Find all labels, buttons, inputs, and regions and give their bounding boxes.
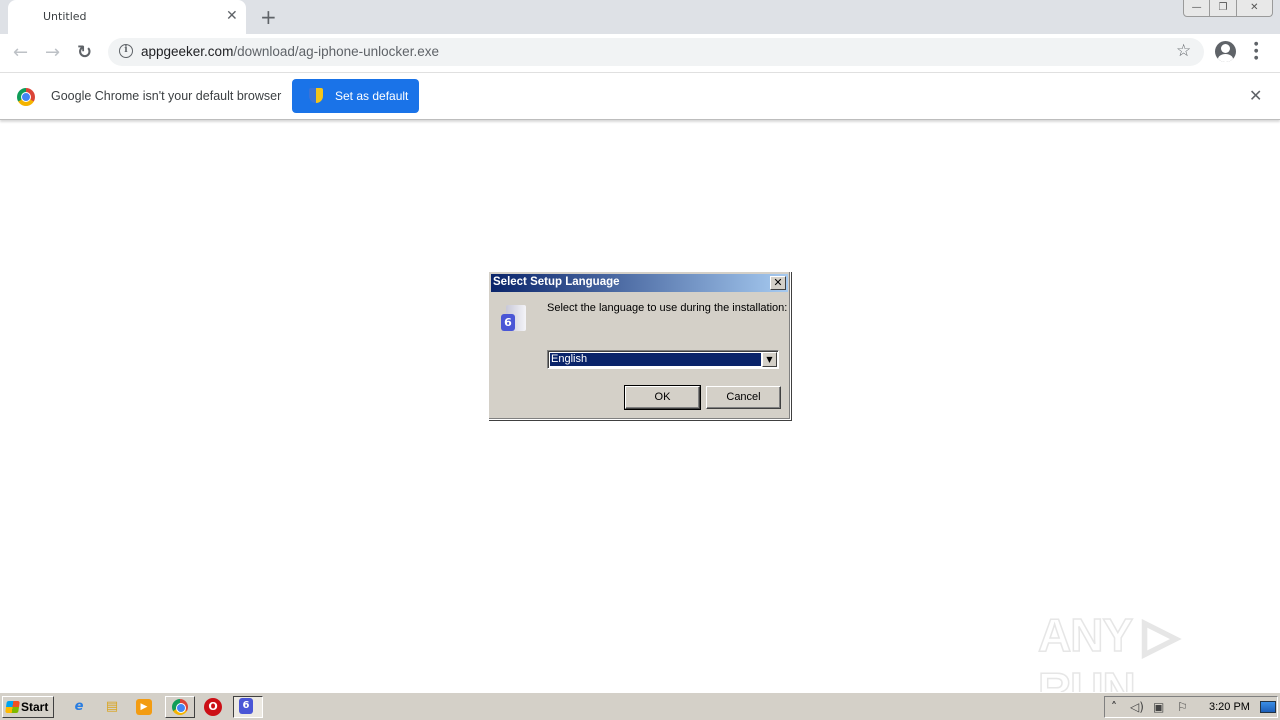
- reload-icon[interactable]: ↻: [77, 42, 92, 63]
- ok-button[interactable]: OK: [624, 385, 701, 410]
- start-button[interactable]: Start: [2, 696, 54, 718]
- setup-icon: 6: [239, 698, 253, 714]
- show-desktop-icon[interactable]: [1260, 701, 1276, 713]
- clock[interactable]: 3:20 PM: [1209, 701, 1250, 713]
- set-as-default-label: Set as default: [335, 89, 409, 103]
- media-player-icon[interactable]: ▶: [136, 699, 152, 715]
- chevron-down-icon[interactable]: ▼: [762, 352, 777, 367]
- browser-tab-strip: Untitled ✕ + — ❐ ✕: [0, 0, 1280, 34]
- info-icon[interactable]: i: [119, 44, 133, 58]
- volume-icon[interactable]: ◁): [1130, 700, 1144, 714]
- action-center-flag-icon[interactable]: ⚐: [1177, 700, 1188, 714]
- cancel-button[interactable]: Cancel: [706, 386, 781, 409]
- tray-expand-icon[interactable]: ˄: [1111, 700, 1117, 714]
- minimize-button[interactable]: —: [1184, 0, 1211, 16]
- tab-close-icon[interactable]: ✕: [226, 8, 238, 24]
- back-icon[interactable]: ←: [13, 42, 28, 63]
- default-browser-infobar: Google Chrome isn't your default browser…: [0, 72, 1280, 120]
- start-label: Start: [21, 700, 49, 714]
- new-tab-icon[interactable]: +: [260, 5, 277, 29]
- internet-explorer-icon[interactable]: e: [69, 697, 89, 717]
- setup-app-icon: 6: [500, 302, 530, 334]
- setup-badge: 6: [501, 314, 515, 331]
- profile-avatar-icon[interactable]: [1215, 41, 1236, 62]
- restore-button[interactable]: ❐: [1210, 0, 1237, 16]
- chrome-icon: [172, 699, 188, 715]
- url-host: appgeeker.com: [141, 44, 234, 59]
- dialog-title: Select Setup Language: [493, 276, 620, 288]
- opera-icon[interactable]: O: [204, 698, 222, 716]
- language-select-value: English: [549, 352, 762, 367]
- url-text[interactable]: appgeeker.com/download/ag-iphone-unlocke…: [141, 44, 439, 59]
- dialog-close-icon[interactable]: ✕: [770, 276, 786, 290]
- set-as-default-button[interactable]: Set as default: [292, 79, 419, 113]
- window-controls: — ❐ ✕: [1183, 0, 1273, 17]
- dialog-prompt: Select the language to use during the in…: [547, 302, 788, 314]
- tab-title: Untitled: [43, 10, 87, 23]
- system-tray: ˄ ◁) ▣ ⚐ 3:20 PM: [1104, 696, 1278, 718]
- taskbar-setup-button[interactable]: 6: [233, 696, 263, 718]
- language-select[interactable]: English ▼: [547, 350, 779, 369]
- file-explorer-icon[interactable]: ▤: [102, 697, 122, 717]
- forward-icon[interactable]: →: [45, 42, 60, 63]
- address-bar[interactable]: i appgeeker.com/download/ag-iphone-unloc…: [108, 38, 1204, 66]
- network-warning-icon[interactable]: ▣: [1153, 700, 1164, 714]
- url-path: /download/ag-iphone-unlocker.exe: [233, 44, 439, 59]
- taskbar: Start e ▤ ▶ O 6 ˄ ◁) ▣ ⚐ 3:20 PM: [0, 692, 1280, 720]
- uac-shield-icon: [309, 88, 323, 103]
- setup-language-dialog: Select Setup Language ✕ 6 Select the lan…: [488, 271, 791, 420]
- infobar-close-icon[interactable]: ✕: [1249, 86, 1262, 105]
- infobar-message: Google Chrome isn't your default browser: [51, 89, 282, 103]
- close-window-button[interactable]: ✕: [1237, 0, 1272, 16]
- windows-logo-icon: [5, 701, 20, 713]
- bookmark-star-icon[interactable]: ☆: [1176, 41, 1191, 61]
- dialog-title-bar[interactable]: Select Setup Language ✕: [491, 274, 788, 292]
- chrome-logo-icon: [17, 88, 35, 106]
- menu-icon[interactable]: ● ● ●: [1254, 41, 1258, 62]
- taskbar-chrome-button[interactable]: [165, 696, 195, 718]
- browser-toolbar: ← → ↻ i appgeeker.com/download/ag-iphone…: [0, 34, 1280, 72]
- tab-untitled[interactable]: Untitled ✕: [8, 0, 246, 34]
